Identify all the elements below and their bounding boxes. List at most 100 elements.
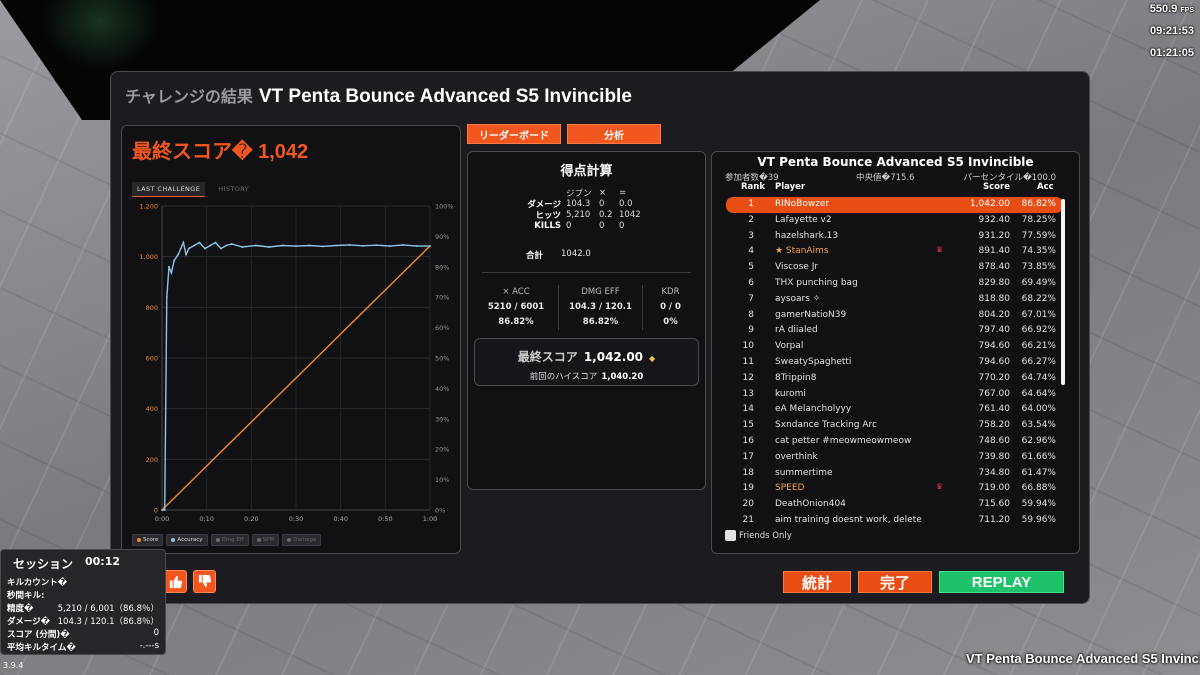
x-tick-label: 0:20 bbox=[244, 515, 259, 523]
row-rank: 20 bbox=[742, 499, 754, 510]
row-score: 794.60 bbox=[978, 341, 1011, 352]
session-row: 精度� 5,210 / 6,001（86.8％） bbox=[7, 602, 159, 615]
sky-glow bbox=[40, 0, 160, 70]
y-tick-label: 800 bbox=[146, 304, 158, 312]
scenario-title-overlay: VT Penta Bounce Advanced S5 Invinci bbox=[966, 651, 1200, 666]
data-point bbox=[168, 265, 170, 268]
leaderboard-row[interactable]: 4 ★ StanAims ♛ 891.40 74.35% bbox=[726, 244, 1063, 260]
row-rank: 8 bbox=[748, 309, 754, 320]
leaderboard-row[interactable]: 13 kuromi 767.00 64.64% bbox=[726, 387, 1063, 403]
session-stats: キルカウント� 秒間キル: 精度� 5,210 / 6,001（86.8％） ダメージ�… bbox=[7, 576, 159, 654]
tab-last-challenge[interactable]: LAST CHALLENGE bbox=[132, 182, 206, 197]
replay-button[interactable]: REPLAY bbox=[939, 571, 1064, 593]
leaderboard-row[interactable]: 11 SweatySpaghetti 794.60 66.27% bbox=[726, 355, 1063, 371]
leaderboard-row[interactable]: 20 DeathOnion404 715.60 59.94% bbox=[726, 497, 1063, 513]
legend-chip[interactable]: Dmg Eff bbox=[210, 534, 249, 546]
calc-total-value: 1042.0 bbox=[561, 249, 591, 259]
row-acc: 64.74% bbox=[1021, 372, 1056, 383]
leaderboard-row[interactable]: 12 8Trippin8 770.20 64.74% bbox=[726, 371, 1063, 387]
legend-chip[interactable]: Score bbox=[132, 534, 164, 546]
leaderboard-row[interactable]: 15 Sxndance Tracking Arc 758.20 63.54% bbox=[726, 418, 1063, 434]
chart-legend: Score Accuracy Dmg Eff SPM Damage bbox=[132, 534, 322, 546]
done-button[interactable]: 完了 bbox=[858, 571, 932, 593]
data-point bbox=[402, 244, 405, 246]
stat-header: KDR bbox=[661, 287, 680, 297]
row-rank: 13 bbox=[742, 388, 754, 399]
row-score: 818.80 bbox=[978, 293, 1011, 304]
row-player: gamerNatioN39 bbox=[775, 309, 847, 320]
session-title: セッション bbox=[13, 557, 74, 571]
leaderboard-row[interactable]: 5 Viscose Jr 878.40 73.85% bbox=[726, 260, 1063, 276]
leaderboard-row[interactable]: 1 RINoBowzer 1,042.00 86.82% bbox=[726, 197, 1063, 213]
row-score: 878.40 bbox=[978, 262, 1011, 273]
row-player: hazelshark.13 bbox=[775, 230, 839, 241]
legend-chip[interactable]: Damage bbox=[282, 534, 322, 546]
row-rank: 7 bbox=[748, 293, 754, 304]
row-acc: 78.25% bbox=[1021, 214, 1056, 225]
y2-tick-label: 10% bbox=[435, 476, 449, 484]
legend-chip[interactable]: Accuracy bbox=[166, 534, 208, 546]
data-point bbox=[335, 244, 338, 247]
thumbs-down-button[interactable] bbox=[193, 570, 216, 593]
leaderboard-row[interactable]: 6 THX punching bag 829.80 69.49% bbox=[726, 276, 1063, 292]
legend-dot-icon bbox=[256, 538, 261, 542]
stat-percent: 0% bbox=[663, 317, 678, 327]
leaderboard-title: VT Penta Bounce Advanced S5 Invincible bbox=[757, 155, 1034, 169]
calc-cell: ヒッツ bbox=[535, 210, 561, 221]
final-score-total: 1,042.00 bbox=[583, 350, 644, 364]
stats-button[interactable]: 統計 bbox=[783, 571, 851, 593]
leaderboard-row[interactable]: 9 rA diialed 797.40 66.92% bbox=[726, 323, 1063, 339]
row-score: 1,042.00 bbox=[969, 199, 1010, 209]
data-point bbox=[241, 246, 244, 248]
row-rank: 9 bbox=[748, 325, 754, 336]
leaderboard-button[interactable]: リーダーボード bbox=[467, 124, 561, 144]
version-label: 3.9.4 bbox=[3, 661, 24, 670]
row-score: 797.40 bbox=[978, 325, 1011, 336]
row-score: 770.20 bbox=[978, 372, 1011, 383]
row-acc: 66.88% bbox=[1021, 483, 1056, 494]
row-acc: 61.47% bbox=[1021, 467, 1056, 478]
y-tick-label: 600 bbox=[146, 355, 158, 363]
leaderboard-row[interactable]: 21 aim training doesnt work, delete 711.20… bbox=[726, 513, 1063, 529]
leaderboard-scrollbar[interactable] bbox=[1061, 199, 1065, 385]
leaderboard-row[interactable]: 3 hazelshark.13 931.20 77.59% bbox=[726, 229, 1063, 245]
leaderboard-row[interactable]: 10 Vorpal 794.60 66.21% bbox=[726, 339, 1063, 355]
tab-history[interactable]: HISTORY bbox=[213, 182, 254, 197]
data-point bbox=[185, 253, 187, 256]
calc-row: ヒッツ 5,210 0.2 1042 bbox=[508, 209, 659, 221]
leaderboard-row[interactable]: 2 Lafayette v2 932.40 78.25% bbox=[726, 213, 1063, 229]
legend-dot-icon bbox=[215, 538, 220, 542]
leaderboard-row[interactable]: 7 aysoars ✧ 818.80 68.22% bbox=[726, 292, 1063, 308]
row-player: aysoars ✧ bbox=[775, 293, 821, 304]
results-panel: チャレンジの結果 VT Penta Bounce Advanced S5 Inv… bbox=[110, 71, 1090, 604]
data-point bbox=[198, 241, 201, 244]
row-player: Sxndance Tracking Arc bbox=[775, 420, 877, 431]
data-point bbox=[209, 244, 212, 247]
row-acc: 74.35% bbox=[1021, 246, 1056, 257]
leaderboard-row[interactable]: 8 gamerNatioN39 804.20 67.01% bbox=[726, 308, 1063, 324]
legend-chip[interactable]: SPM bbox=[251, 534, 280, 546]
leaderboard-row[interactable]: 18 summertime 734.80 61.47% bbox=[726, 466, 1063, 482]
row-rank: 19 bbox=[742, 483, 754, 494]
y2-tick-label: 20% bbox=[435, 446, 449, 454]
leaderboard-row[interactable]: 19 SPEED ♛ 719.00 66.88% bbox=[726, 481, 1063, 497]
session-row: 平均キルタイム� -.---s bbox=[7, 641, 159, 654]
leaderboard-row[interactable]: 16 cat petter #meowmeowmeow 748.60 62.96% bbox=[726, 434, 1063, 450]
row-score: 891.40 bbox=[978, 246, 1011, 257]
clock-readout: 09:21:53 bbox=[1149, 25, 1194, 37]
row-score: 719.00 bbox=[978, 483, 1011, 494]
elapsed-readout: 01:21:05 bbox=[1149, 47, 1194, 59]
session-value: 104.3 / 120.1（86.8％） bbox=[57, 617, 159, 627]
leaderboard-row[interactable]: 17 overthink 739.80 61.66% bbox=[726, 450, 1063, 466]
session-row: キルカウント� bbox=[7, 576, 159, 589]
session-value: 0 bbox=[153, 628, 159, 638]
friends-only-toggle[interactable]: Friends Only bbox=[725, 530, 792, 541]
x-tick-label: 0:00 bbox=[155, 515, 170, 523]
leaderboard-row[interactable]: 14 eA Melancholyyy 761.40 64.00% bbox=[726, 402, 1063, 418]
data-point bbox=[268, 246, 271, 248]
analysis-button[interactable]: 分析 bbox=[567, 124, 661, 144]
row-player: SweatySpaghetti bbox=[775, 356, 852, 367]
row-player: rA diialed bbox=[775, 325, 818, 336]
thumbs-up-button[interactable] bbox=[164, 570, 187, 593]
session-row: 秒間キル: bbox=[7, 589, 159, 602]
